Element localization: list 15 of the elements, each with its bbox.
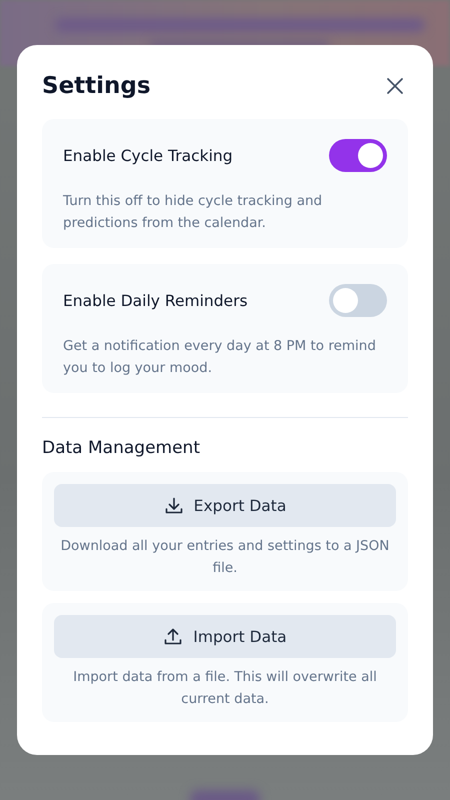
- action-description: Download all your entries and settings to a JSON file.: [60, 537, 390, 578]
- setting-label: Enable Cycle Tracking: [63, 146, 233, 164]
- setting-label: Enable Daily Reminders: [63, 292, 248, 310]
- section-heading: Data Management: [42, 438, 201, 458]
- dialog-title: Settings: [42, 73, 151, 99]
- upload-icon: [163, 626, 184, 646]
- action-description: Import data from a file. This will overwrite all current data.: [72, 668, 378, 709]
- setting-description: Turn this off to hide cycle tracking and predictions from the calendar.: [63, 192, 324, 233]
- import-button[interactable]: Import Data: [54, 615, 396, 658]
- setting-description: Get a notification every day at 8 PM to remind you to log your mood.: [63, 337, 377, 378]
- export-button[interactable]: Export Data: [54, 484, 396, 527]
- download-icon: [164, 496, 184, 516]
- toggle-switch[interactable]: [329, 139, 387, 172]
- toggle-switch[interactable]: [329, 284, 387, 317]
- close-icon: [386, 77, 404, 95]
